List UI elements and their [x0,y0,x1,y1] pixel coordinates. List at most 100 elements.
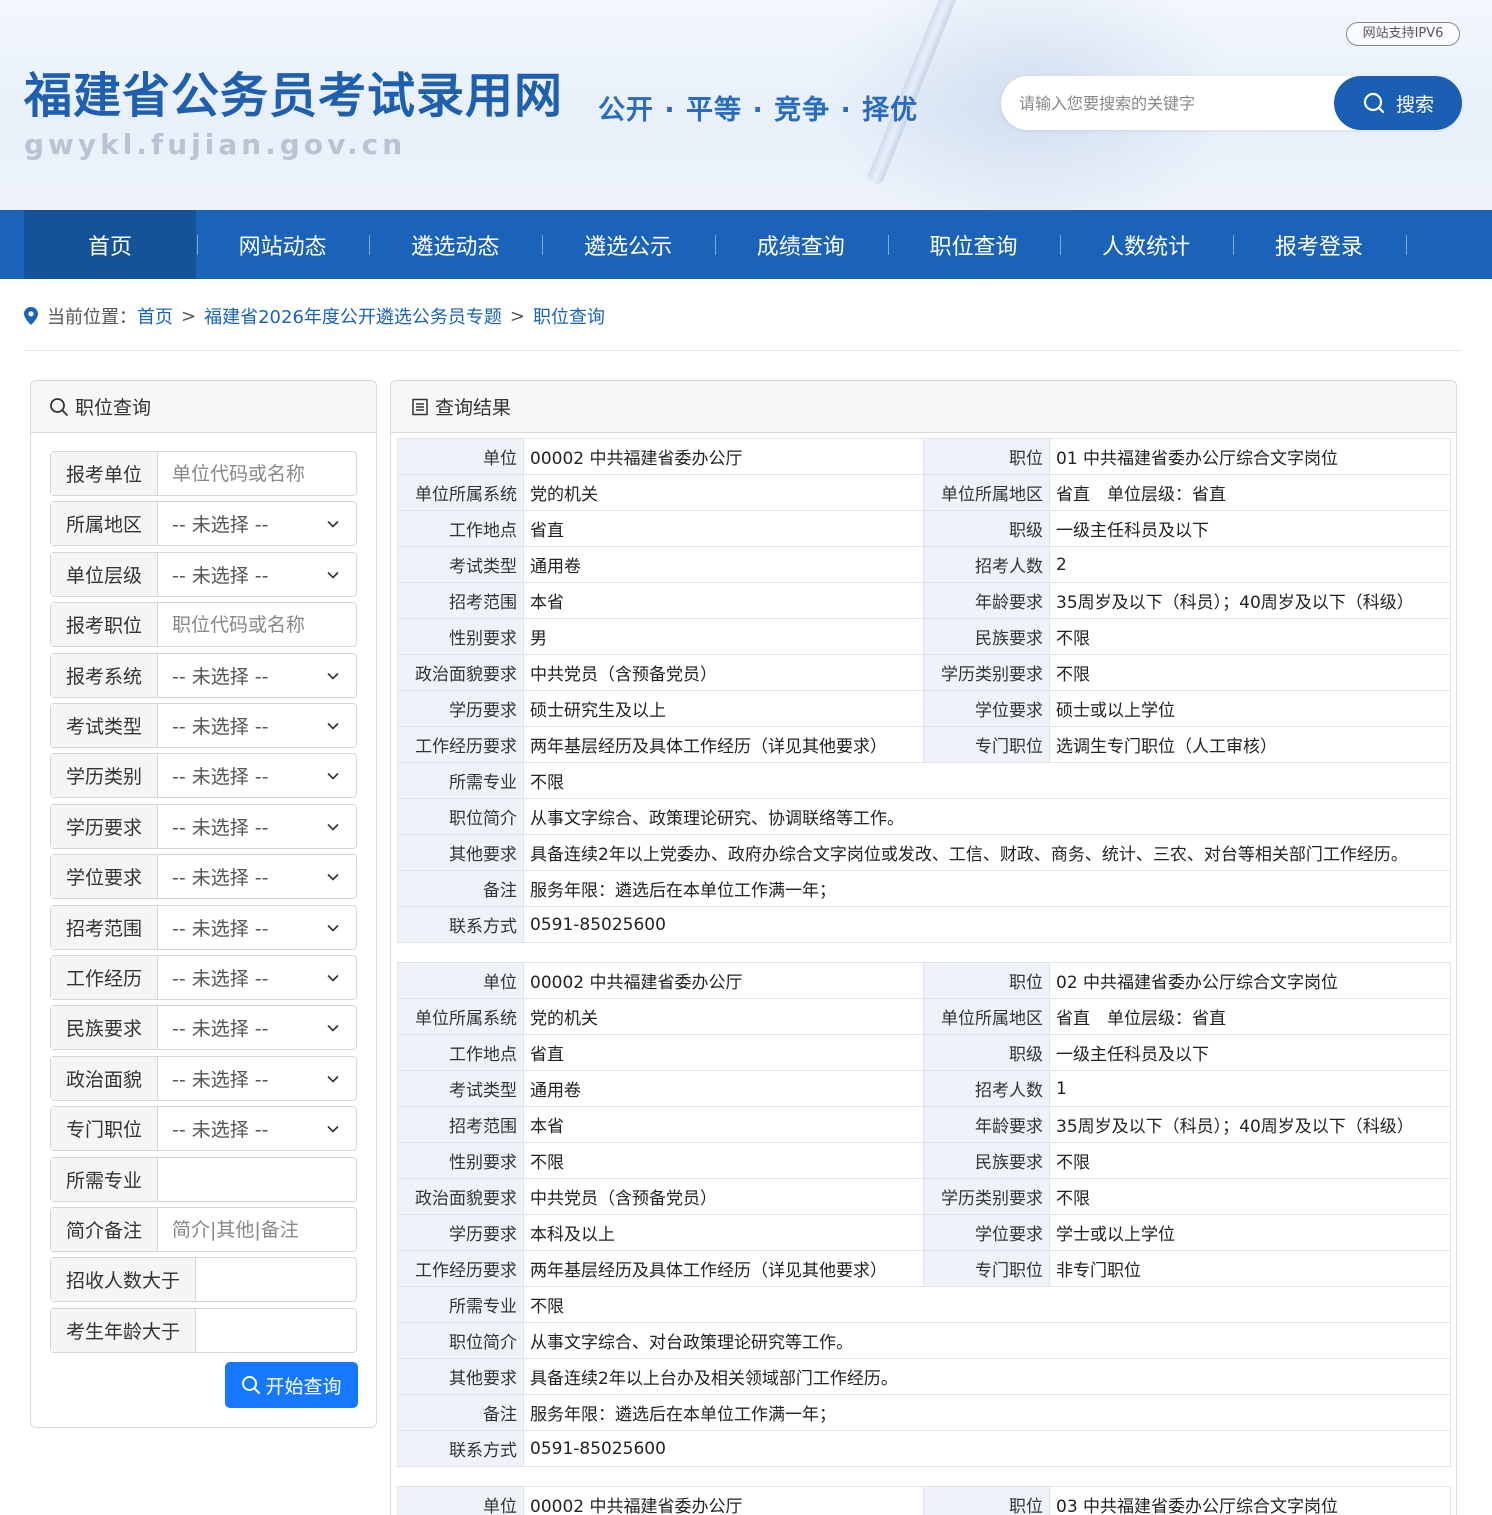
result-key: 政治面貌要求 [397,1178,524,1215]
nav-item[interactable]: 遴选公示 [542,210,714,279]
result-key: 其他要求 [397,834,524,871]
nav-item[interactable]: 遴选动态 [369,210,541,279]
nav-item[interactable]: 职位查询 [888,210,1060,279]
filter-select[interactable]: -- 未选择 -- [158,654,356,697]
filter-select[interactable]: -- 未选择 -- [158,1107,356,1150]
nav-item[interactable]: 报考登录 [1233,210,1405,279]
result-key: 学历类别要求 [923,654,1050,691]
results-panel-header: 查询结果 [391,381,1456,433]
filter-input[interactable] [172,462,356,485]
result-value: 中共党员（含预备党员） [523,654,924,691]
filter-row: 学历类别 -- 未选择 -- [50,753,357,799]
filter-select[interactable]: -- 未选择 -- [158,1006,356,1049]
breadcrumb-topic[interactable]: 福建省2026年度公开遴选公务员专题 [204,303,502,329]
filter-label: 所属地区 [51,502,158,546]
result-row: 考试类型 通用卷 招考人数 2 [397,546,1451,583]
chevron-down-icon [327,571,339,579]
result-key: 备注 [397,1394,524,1431]
filter-input[interactable] [172,1218,356,1241]
result-key: 职级 [923,1034,1050,1071]
search-panel: 职位查询 开始查询 报考单位所属地区 -- 未选择 -- 单位层级 -- 未选择 --… [30,380,377,1428]
result-table: 单位 00002 中共福建省委办公厅 职位 03 中共福建省委办公厅综合文字岗位 [397,1486,1451,1515]
chevron-down-icon [327,1075,339,1083]
filter-label: 单位层级 [51,552,158,596]
site-title[interactable]: 福建省公务员考试录用网 [24,56,563,126]
filter-row: 所属地区 -- 未选择 -- [50,501,357,547]
filter-input[interactable] [172,1168,356,1191]
filter-row: 报考单位 [50,451,357,496]
result-value: 从事文字综合、对台政策理论研究等工作。 [523,1322,1451,1359]
result-key: 学历要求 [397,1214,524,1251]
search-button[interactable]: 搜索 [1334,76,1462,130]
filter-input[interactable] [210,1268,356,1291]
filter-select[interactable]: -- 未选择 -- [158,1057,356,1100]
filter-input-wrap [158,1158,356,1201]
filter-row: 学位要求 -- 未选择 -- [50,854,357,900]
filter-label: 招收人数大于 [51,1258,196,1302]
nav-separator [1405,235,1407,255]
filter-input[interactable] [210,1319,356,1342]
result-value: 一级主任科员及以下 [1049,510,1451,547]
result-key: 职位简介 [397,1322,524,1359]
filter-select-value: -- 未选择 -- [172,514,269,537]
filter-label: 报考职位 [51,603,158,647]
filter-select[interactable]: -- 未选择 -- [158,553,356,596]
result-row: 工作地点 省直 职级 一级主任科员及以下 [397,1034,1451,1071]
filter-select[interactable]: -- 未选择 -- [158,956,356,999]
result-value: 不限 [523,1142,924,1179]
nav-item[interactable]: 首页 [24,210,196,279]
breadcrumb-current[interactable]: 职位查询 [533,303,605,329]
nav-item[interactable]: 网站动态 [197,210,369,279]
filter-input-wrap [158,1208,356,1251]
header-search: 搜索 [1001,76,1462,130]
filter-select-value: -- 未选择 -- [172,564,269,587]
nav-item[interactable]: 人数统计 [1060,210,1232,279]
filter-row: 所需专业 [50,1156,357,1202]
result-table: 单位 00002 中共福建省委办公厅 职位 02 中共福建省委办公厅综合文字岗位 单位所… [397,962,1451,1467]
nav-item[interactable]: 成绩查询 [715,210,887,279]
result-key: 职级 [923,510,1050,547]
filter-input[interactable] [172,613,356,636]
result-key: 联系方式 [397,906,524,943]
result-row: 性别要求 不限 民族要求 不限 [397,1142,1451,1179]
site-header: 福建省公务员考试录用网 gwykl.fujian.gov.cn 公开 · 平等 … [0,0,1492,210]
result-key: 年龄要求 [923,582,1050,619]
result-value: 具备连续2年以上党委办、政府办综合文字岗位或发改、工信、财政、商务、统计、三农、… [523,834,1451,871]
result-value: 不限 [1049,618,1451,655]
result-value: 一级主任科员及以下 [1049,1034,1451,1071]
filter-select[interactable]: -- 未选择 -- [158,754,356,797]
result-value: 省直 单位层级：省直 [1049,474,1451,511]
result-value: 0591-85025600 [523,1430,1451,1467]
filter-label: 所需专业 [51,1157,158,1201]
result-value: 01 中共福建省委办公厅综合文字岗位 [1049,438,1451,475]
result-value: 两年基层经历及具体工作经历（详见其他要求） [523,1250,924,1287]
result-key: 性别要求 [397,1142,524,1179]
breadcrumb-home[interactable]: 首页 [137,303,173,329]
result-value: 党的机关 [523,998,924,1035]
start-query-button[interactable]: 开始查询 [225,1362,358,1408]
chevron-down-icon [327,1126,339,1133]
main-nav: 首页 网站动态 遴选动态 遴选公示 成绩查询 职位查询 人数统计 报考登录 [0,210,1492,279]
search-input[interactable] [1019,90,1319,116]
result-row: 职位简介 从事文字综合、政策理论研究、协调联络等工作。 [397,798,1451,835]
filter-select[interactable]: -- 未选择 -- [158,502,356,545]
result-value: 省直 [523,1034,924,1071]
result-value: 学士或以上学位 [1049,1214,1451,1251]
chevron-down-icon [327,672,339,680]
filter-select[interactable]: -- 未选择 -- [158,805,356,848]
filter-row: 工作经历 -- 未选择 -- [50,955,357,1000]
filter-row: 简介备注 [50,1207,357,1252]
result-row: 工作经历要求 两年基层经历及具体工作经历（详见其他要求） 专门职位 选调生专门职位（人… [397,726,1451,763]
result-key: 专门职位 [923,726,1050,763]
result-key: 其他要求 [397,1358,524,1395]
result-value: 硕士研究生及以上 [523,690,924,727]
result-value: 本科及以上 [523,1214,924,1251]
filter-select[interactable]: -- 未选择 -- [158,906,356,949]
filter-select-value: -- 未选择 -- [172,968,269,990]
breadcrumb-prefix: 当前位置： [47,307,137,328]
filter-select[interactable]: -- 未选择 -- [158,855,356,898]
filter-select[interactable]: -- 未选择 -- [158,704,356,747]
filter-label: 考试类型 [51,704,158,747]
result-value: 中共党员（含预备党员） [523,1178,924,1215]
result-key: 招考人数 [923,546,1050,583]
